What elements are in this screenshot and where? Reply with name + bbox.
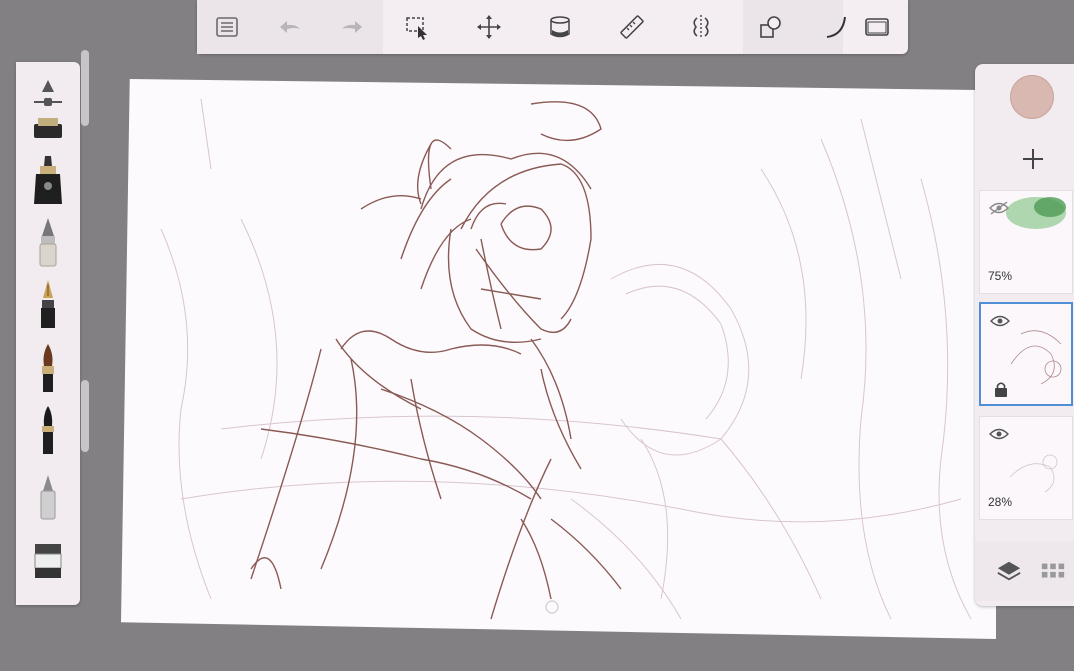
shapes-icon[interactable] <box>751 8 791 46</box>
layer-opacity-label: 28% <box>988 495 1013 509</box>
brush-panel-scrollbar-top[interactable] <box>81 50 89 126</box>
brush-panel-scrollbar-bottom[interactable] <box>81 380 89 452</box>
selection-icon[interactable] <box>397 8 437 46</box>
symmetry-icon[interactable] <box>681 8 721 46</box>
airbrush-icon[interactable] <box>30 467 66 523</box>
layers-panel-footer <box>975 541 1074 601</box>
pencil-brush-icon[interactable] <box>30 214 66 270</box>
redo-icon[interactable] <box>332 8 372 46</box>
eye-icon[interactable] <box>990 314 1010 328</box>
transform-move-icon[interactable] <box>469 8 509 46</box>
ink-brush-icon[interactable] <box>30 402 66 458</box>
ruler-icon[interactable] <box>612 8 652 46</box>
eraser-icon[interactable] <box>30 534 66 590</box>
list-menu-icon[interactable] <box>207 8 247 46</box>
curve-icon[interactable] <box>817 8 857 46</box>
eye-icon[interactable] <box>989 427 1009 441</box>
grid-menu-icon[interactable] <box>1039 557 1067 585</box>
hidden-eye-icon[interactable] <box>989 201 1009 215</box>
lock-icon[interactable] <box>994 381 1008 397</box>
brush-library-panel <box>16 62 80 605</box>
current-color-swatch[interactable] <box>1010 75 1054 119</box>
layer-3-preview <box>1009 454 1058 493</box>
layer-2-preview <box>1010 330 1062 385</box>
add-layer-button[interactable] <box>1018 144 1048 174</box>
layer-opacity-label: 75% <box>988 269 1013 283</box>
fountain-pen-icon[interactable] <box>30 276 66 332</box>
ink-pen-icon[interactable] <box>30 152 66 208</box>
layer-thumbnail-1[interactable]: 75% <box>979 190 1073 294</box>
top-toolbar <box>197 0 908 54</box>
layers-stack-icon[interactable] <box>995 557 1023 585</box>
layers-panel: 75% 28% <box>975 64 1074 606</box>
fill-bucket-icon[interactable] <box>540 8 580 46</box>
layer-thumbnail-2[interactable] <box>979 302 1073 406</box>
drawing-canvas[interactable] <box>121 79 996 639</box>
paint-brush-icon[interactable] <box>30 340 66 396</box>
canvas-pivot-handle[interactable] <box>545 600 559 614</box>
sketch-artwork <box>160 98 972 620</box>
layer-1-preview <box>1006 197 1066 229</box>
fullscreen-icon[interactable] <box>857 8 897 46</box>
layer-thumbnail-3[interactable]: 28% <box>979 416 1073 520</box>
undo-icon[interactable] <box>270 8 310 46</box>
plus-icon <box>1023 149 1043 169</box>
